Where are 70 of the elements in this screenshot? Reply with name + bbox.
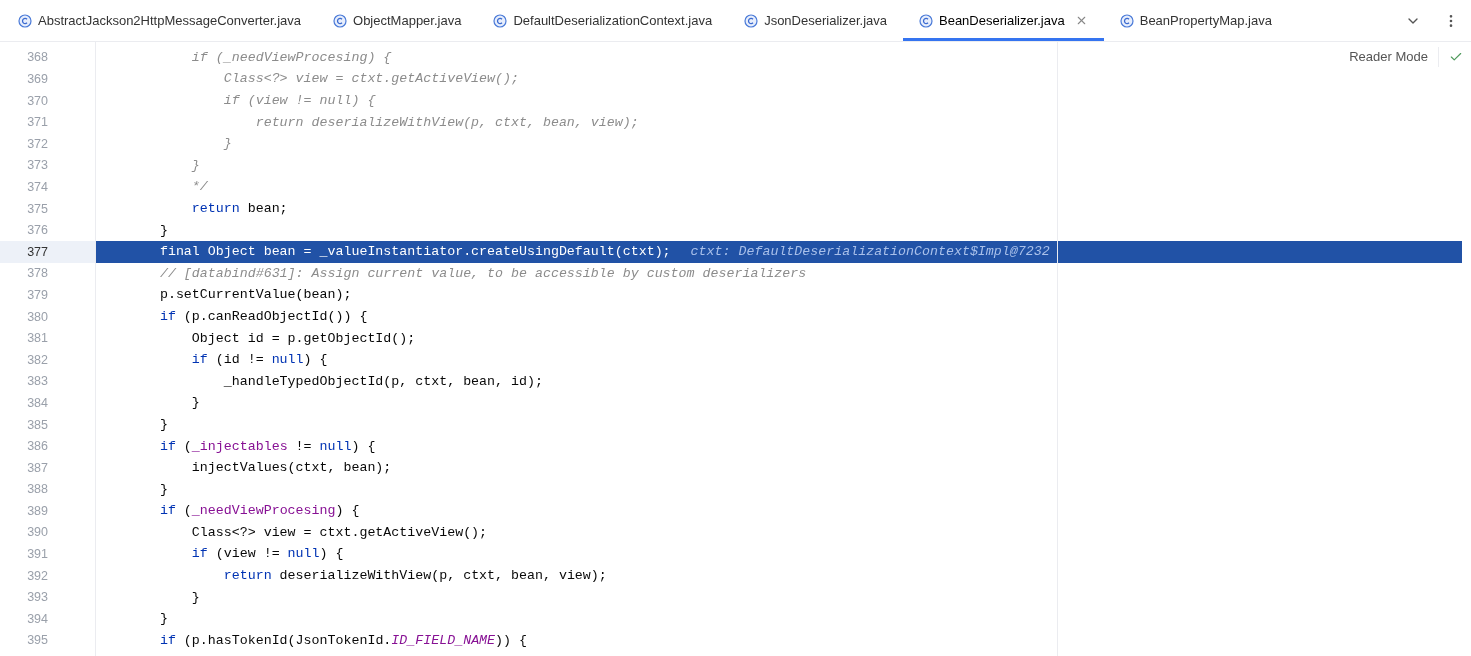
line-number: 379 [26, 286, 48, 304]
code-line: // [databind#631]: Assign current value, to be accessible by custom deserializers [158, 264, 807, 283]
code-line: Object id = p.getObjectId(); [190, 329, 416, 348]
line-number: 374 [26, 179, 48, 196]
line-number: 380 [26, 308, 48, 326]
line-number: 386 [26, 438, 48, 456]
line-number: 394 [26, 610, 48, 628]
code-line: _handleTypedObjectId(p, ctxt, bean, id); [222, 372, 543, 391]
code-line: if (_injectables != null) { [158, 437, 376, 456]
line-number: 385 [26, 416, 48, 434]
code-line: } [190, 394, 200, 413]
line-number: 384 [26, 394, 48, 412]
code-line: return deserializeWithView(p, ctxt, bean, view); [254, 113, 639, 132]
code-line: return bean; [190, 200, 288, 218]
line-number: 392 [26, 567, 48, 585]
code-line: } [158, 221, 168, 240]
code-line: if (_needViewProcesing) { [158, 502, 360, 521]
code-line: */ [190, 178, 208, 197]
code-line: Class<?> view = ctxt.getActiveView(); [222, 70, 519, 89]
class-icon [1119, 13, 1134, 28]
line-number: 372 [26, 135, 48, 153]
line-number: 388 [26, 481, 48, 499]
line-number: 375 [26, 200, 48, 218]
code-line: p.setCurrentValue(bean); [158, 286, 352, 305]
line-number: 389 [26, 502, 48, 520]
code-line: if (view != null) { [222, 92, 376, 110]
line-number: 377 [26, 243, 48, 261]
reader-mode-button[interactable]: Reader Mode [1349, 47, 1439, 67]
class-icon [333, 13, 347, 28]
line-number: 369 [26, 71, 48, 88]
line-number: 393 [26, 589, 48, 607]
code-line: injectValues(ctxt, bean); [190, 459, 392, 478]
line-number: 370 [26, 92, 48, 110]
code-line: Class<?> view = ctxt.getActiveView(); [190, 523, 488, 542]
editor-tab[interactable]: ObjectMapper.java [317, 0, 478, 41]
code-line: if (view != null) { [190, 545, 344, 564]
line-number: 378 [26, 265, 48, 283]
class-icon [493, 13, 508, 28]
code-line: } [158, 415, 168, 434]
editor-tab[interactable]: JsonDeserializer.java [728, 0, 903, 41]
code-line: } [158, 610, 168, 629]
class-icon [919, 13, 933, 28]
code-line: if (id != null) { [190, 351, 328, 370]
line-number: 381 [26, 330, 48, 348]
inline-debug-value: ctxt: DefaultDeserializationContext$Impl@7232 [690, 243, 1050, 262]
editor-tab[interactable]: DefaultDeserializationContext.java [477, 0, 729, 41]
class-icon [18, 13, 32, 28]
line-number: 390 [26, 524, 48, 542]
code-line: } [190, 156, 200, 175]
code-line: } [222, 135, 232, 154]
code-line: if (_needViewProcesing) { [190, 48, 392, 67]
line-number: 395 [26, 632, 48, 650]
code-line: final Object bean = _valueInstantiator.createUsingDefault(ctxt); [158, 243, 671, 262]
line-number: 373 [26, 157, 48, 175]
code-line: if (p.canReadObjectId()) { [158, 307, 368, 326]
line-number: 387 [26, 459, 48, 477]
code-line: } [158, 480, 168, 499]
code-line: } [190, 588, 200, 607]
line-number: 371 [26, 114, 48, 132]
line-number: 391 [26, 546, 48, 564]
line-number: 382 [26, 351, 48, 369]
class-icon [744, 13, 759, 28]
line-number: 376 [26, 222, 48, 240]
editor-tab[interactable]: BeanPropertyMap.java [1103, 0, 1288, 41]
code-line: return deserializeWithView(p, ctxt, bean, view); [222, 567, 607, 586]
editor-tab[interactable]: BeanDeserializer.java [903, 0, 1104, 41]
line-number: 368 [26, 49, 48, 67]
code-line: if (p.hasTokenId(JsonTokenId.ID_FIELD_NAME)) { [158, 631, 527, 650]
editor-tab[interactable]: AbstractJackson2HttpMessageConverter.java [2, 0, 317, 41]
line-number: 383 [26, 373, 48, 391]
